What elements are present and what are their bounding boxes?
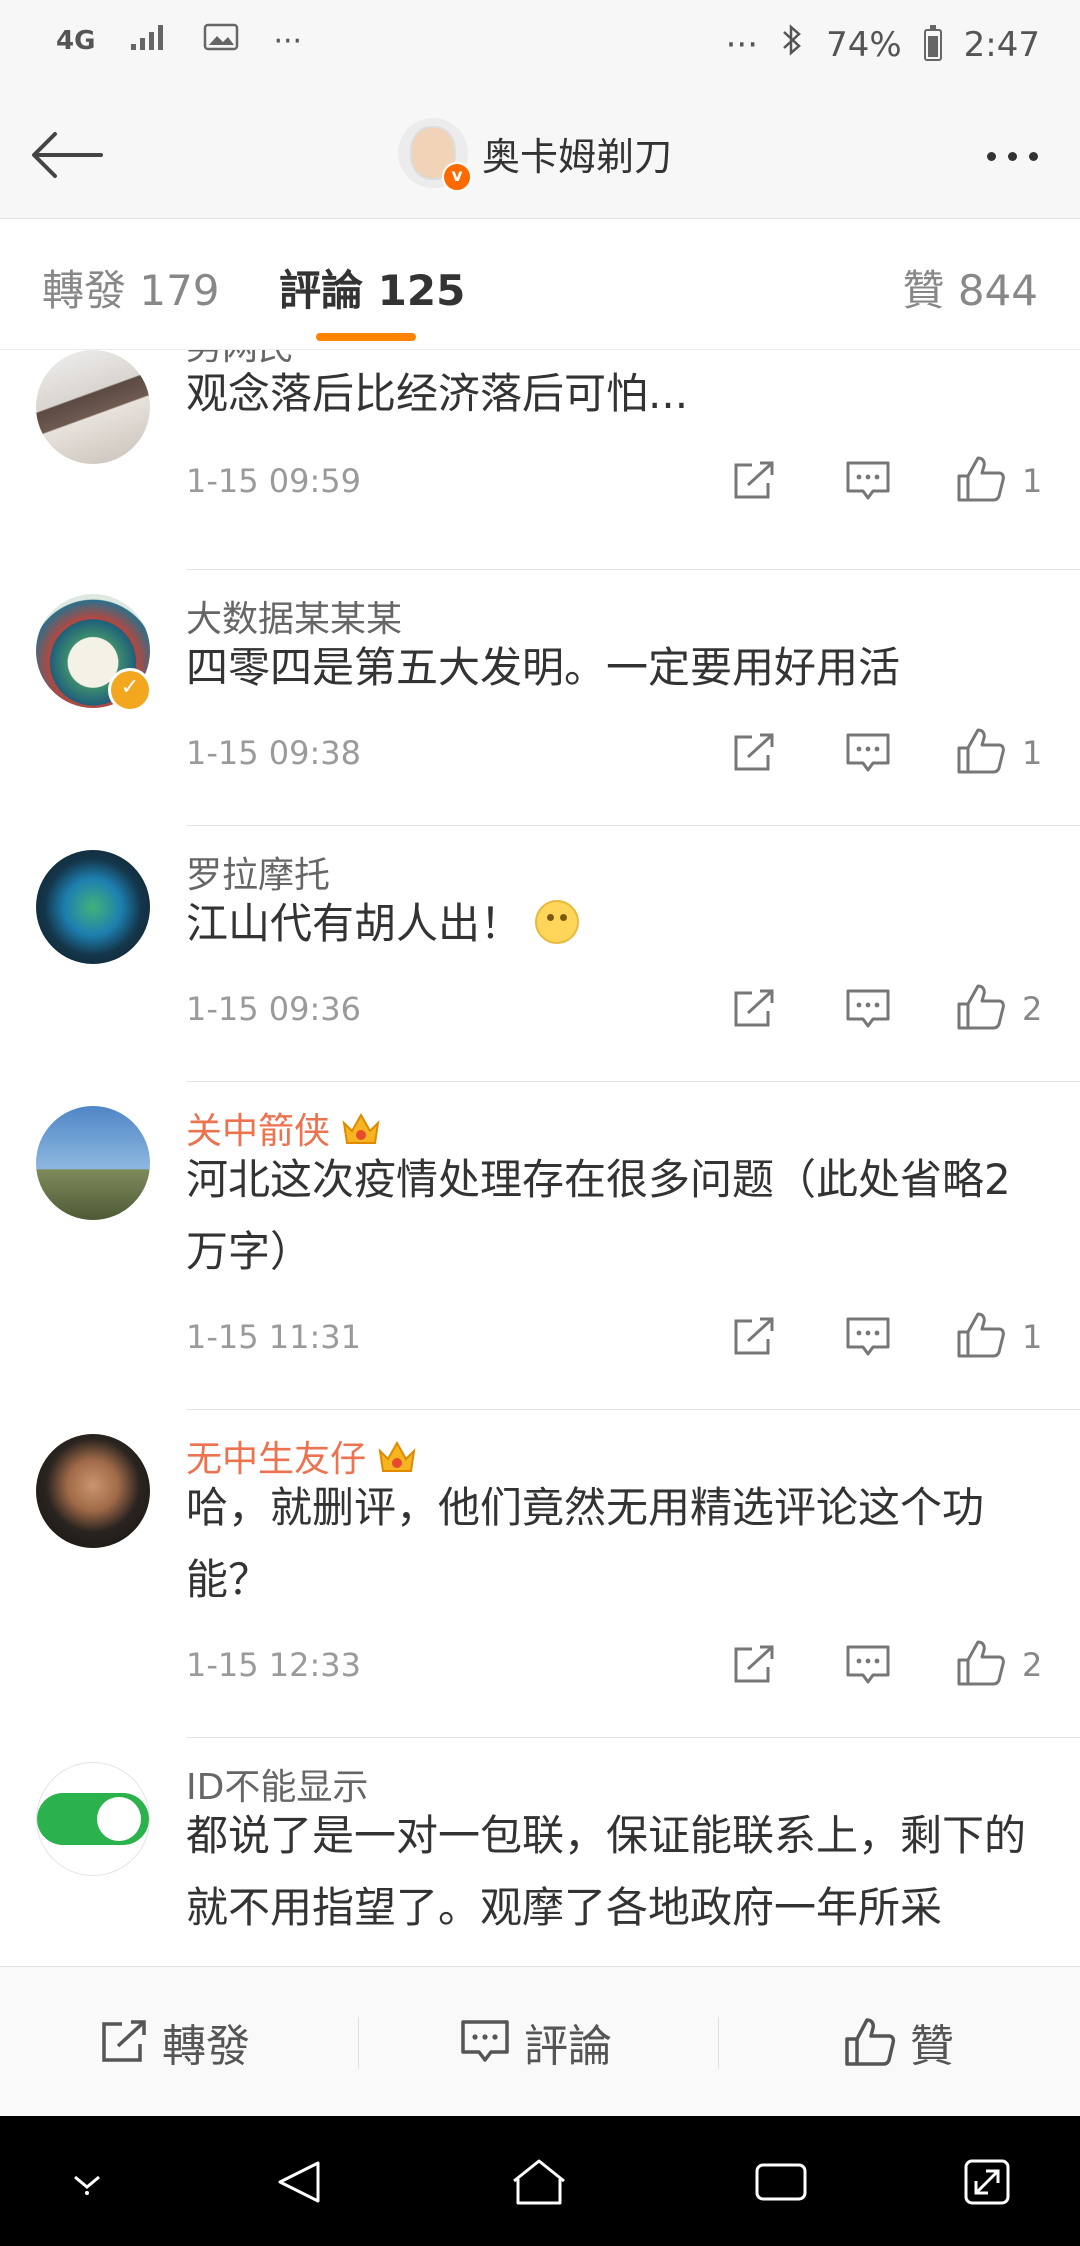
like-label: 贊	[910, 2021, 954, 2072]
system-navigation-bar	[0, 2116, 1080, 2246]
repost-label: 轉發	[162, 2021, 250, 2072]
like-count: 1	[1022, 1318, 1043, 1356]
user-avatar[interactable]	[36, 350, 150, 464]
signal-icon	[129, 22, 169, 60]
battery-percent: 74%	[826, 24, 902, 65]
active-tab-indicator	[316, 333, 416, 341]
like-count: 1	[1022, 462, 1043, 500]
comment-item: ID不能显示 都说了是一对一包联，保证能联系上，剩下的就不用指望了。观摩了各地政…	[0, 1738, 1080, 1966]
user-avatar[interactable]	[36, 1434, 150, 1548]
triangle-back-icon	[278, 2161, 320, 2203]
reply-comment-icon[interactable]	[843, 728, 893, 778]
user-avatar[interactable]	[36, 1762, 150, 1876]
comment-item: 罗拉摩托 江山代有胡人出！ 1-15 09:36 2	[0, 826, 1080, 1082]
network-indicator: 4G	[56, 26, 96, 56]
user-avatar[interactable]	[36, 1106, 150, 1220]
tab-comments[interactable]: 評論 125	[279, 257, 465, 318]
comment-text: 观念落后比经济落后可怕...	[186, 369, 689, 418]
comment-time: 1-15 12:33	[186, 1646, 362, 1684]
author-avatar[interactable]: v	[398, 118, 472, 192]
tab-bar: 轉發 179 評論 125 贊 844	[0, 219, 1080, 350]
like-icon	[845, 2018, 896, 2066]
comment-button[interactable]: 評論	[460, 2009, 612, 2075]
comment-text: 四零四是第五大发明。一定要用好用活	[186, 643, 901, 692]
separator	[358, 2017, 359, 2069]
tab-likes[interactable]: 贊 844	[902, 257, 1038, 318]
comment-text: 江山代有胡人出！	[186, 888, 1046, 960]
dot	[1007, 151, 1017, 161]
status-bar: 4G ··· ··· 74% 2:47	[0, 0, 1080, 92]
comment-text-content: 江山代有胡人出！	[186, 899, 523, 948]
like-count: 2	[1022, 990, 1043, 1028]
repost-comment-icon[interactable]	[729, 1640, 779, 1690]
like-comment-icon[interactable]	[956, 982, 1006, 1032]
verified-badge: ✓	[108, 668, 152, 712]
comment-label: 評論	[524, 2021, 612, 2072]
back-arrow-icon	[32, 132, 103, 178]
like-comment-icon[interactable]	[956, 1638, 1006, 1688]
bluetooth-icon	[780, 22, 804, 67]
like-comment-icon[interactable]	[956, 726, 1006, 776]
repost-button[interactable]: 轉發	[100, 2009, 250, 2075]
header-title-group[interactable]: v 奥卡姆剃刀	[398, 118, 673, 192]
back-button[interactable]	[28, 120, 104, 190]
comment-time: 1-15 11:31	[186, 1318, 362, 1356]
recents-icon	[755, 2163, 807, 2201]
tab-repost[interactable]: 轉發 179	[42, 257, 220, 318]
comment-item: 男网民 观念落后比经济落后可怕... 1-15 09:59 1	[0, 350, 1080, 570]
like-count: 1	[1022, 734, 1043, 772]
comment-time: 1-15 09:36	[186, 990, 362, 1028]
back-nav-button[interactable]	[270, 2154, 328, 2210]
reply-comment-icon[interactable]	[843, 1312, 893, 1362]
repost-comment-icon[interactable]	[729, 984, 779, 1034]
repost-comment-icon[interactable]	[729, 1312, 779, 1362]
home-nav-button[interactable]	[510, 2154, 568, 2210]
app-header: v 奥卡姆剃刀	[0, 92, 1080, 219]
dot	[1028, 151, 1038, 161]
comment-item: ✓ 大数据某某某 四零四是第五大发明。一定要用好用活 1-15 09:38 1	[0, 570, 1080, 826]
comment-icon	[461, 2020, 509, 2062]
expand-screen-button[interactable]	[958, 2154, 1016, 2210]
user-avatar[interactable]	[36, 850, 150, 964]
like-button[interactable]: 贊	[844, 2009, 954, 2075]
battery-icon	[923, 24, 942, 61]
page-title: 奥卡姆剃刀	[482, 134, 673, 179]
comment-text: 哈，就删评，他们竟然无用精选评论这个功能？	[186, 1483, 985, 1604]
home-icon	[513, 2159, 565, 2205]
dot	[986, 151, 996, 161]
battery-level	[927, 35, 938, 57]
comment-time: 1-15 09:38	[186, 734, 362, 772]
comment-item: 无中生友仔 哈，就删评，他们竟然无用精选评论这个功能？ 1-15 12:33 2	[0, 1410, 1080, 1738]
comment-text: 河北这次疫情处理存在很多问题（此处省略2万字）	[186, 1155, 1011, 1276]
comment-time: 1-15 09:59	[186, 462, 362, 500]
clock: 2:47	[963, 24, 1040, 65]
recents-nav-button[interactable]	[752, 2154, 810, 2210]
like-count: 2	[1022, 1646, 1043, 1684]
reply-comment-icon[interactable]	[843, 1640, 893, 1690]
bottom-action-bar: 轉發 評論 贊	[0, 1966, 1080, 2117]
verified-badge: v	[442, 162, 472, 192]
expand-icon	[964, 2159, 1010, 2205]
comment-item: 关中箭侠 河北这次疫情处理存在很多问题（此处省略2万字） 1-15 11:31 …	[0, 1082, 1080, 1410]
gallery-notification-icon	[203, 22, 239, 60]
reply-comment-icon[interactable]	[843, 984, 893, 1034]
repost-comment-icon[interactable]	[729, 728, 779, 778]
more-options-button[interactable]	[972, 128, 1052, 184]
like-comment-icon[interactable]	[956, 454, 1006, 504]
more-status-indicator: ···	[725, 24, 759, 65]
smiley-emoji-icon	[535, 900, 580, 944]
more-notifications-indicator: ···	[273, 23, 303, 59]
chevron-down-icon	[74, 2175, 100, 2195]
comment-text: 都说了是一对一包联，保证能联系上，剩下的就不用指望了。观摩了各地政府一年所采	[186, 1811, 1027, 1932]
reply-comment-icon[interactable]	[843, 456, 893, 506]
repost-comment-icon[interactable]	[729, 456, 779, 506]
like-comment-icon[interactable]	[956, 1310, 1006, 1360]
comments-list[interactable]: 男网民 观念落后比经济落后可怕... 1-15 09:59 1 ✓ 大数据某某某…	[0, 350, 1080, 1966]
separator	[718, 2017, 719, 2069]
repost-icon	[102, 2020, 146, 2062]
hide-nav-button[interactable]	[58, 2154, 116, 2210]
